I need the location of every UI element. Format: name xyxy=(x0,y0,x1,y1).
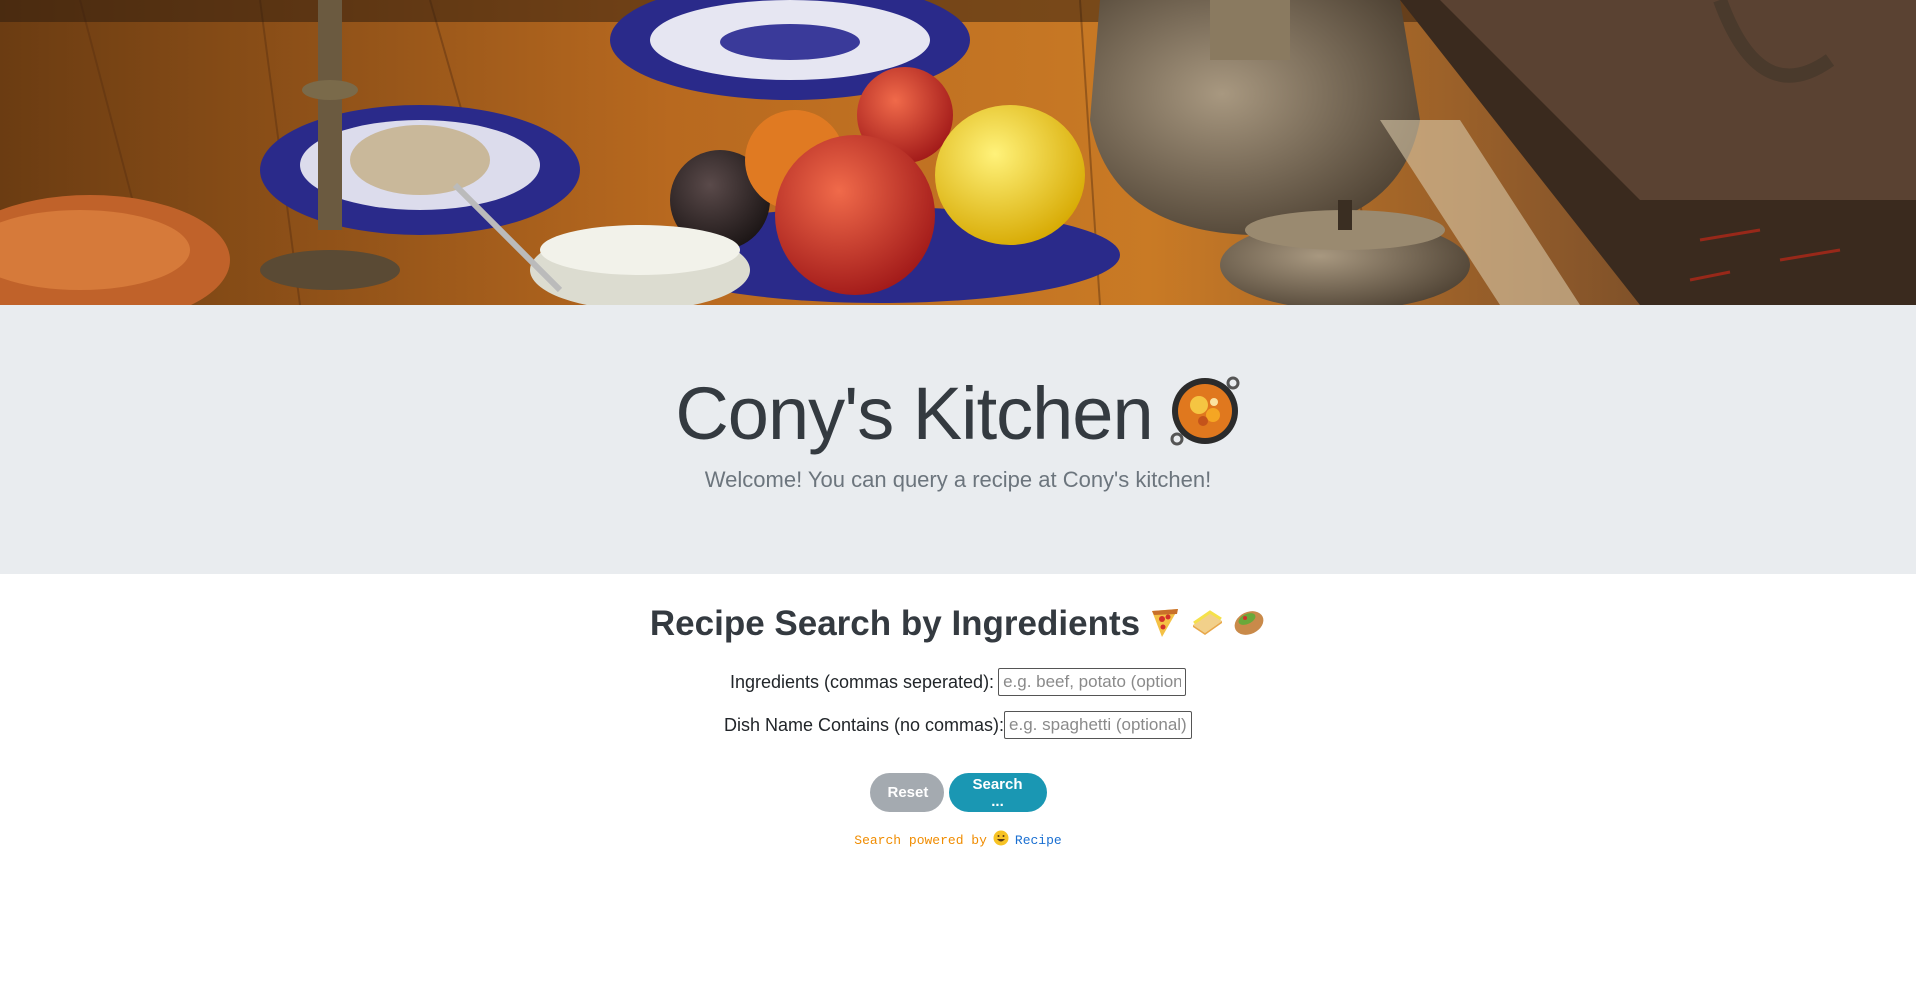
page-title: Cony's Kitchen xyxy=(675,371,1153,455)
reset-button[interactable]: Reset xyxy=(869,773,944,812)
powered-by: Search powered by Recipe xyxy=(0,830,1916,850)
dish-name-input[interactable] xyxy=(1004,711,1193,739)
search-heading: Recipe Search by Ingredients xyxy=(649,604,1141,643)
form-buttons: Reset Search ... xyxy=(0,773,1916,812)
recipe-link[interactable]: Recipe xyxy=(1015,833,1062,848)
page: Cony's Kitchen Welcome! You can query a … xyxy=(0,0,1916,996)
dish-name-row: Dish Name Contains (no commas): xyxy=(0,711,1916,739)
shallow-pan-of-food-icon xyxy=(1169,375,1241,452)
search-button[interactable]: Search ... xyxy=(948,773,1047,812)
jumbotron: Cony's Kitchen Welcome! You can query a … xyxy=(0,305,1916,574)
food-icons xyxy=(1148,605,1266,644)
powered-by-text: Search powered by xyxy=(854,832,987,848)
hero-banner-image xyxy=(0,0,1916,305)
page-title-row: Cony's Kitchen xyxy=(0,375,1916,452)
ingredients-row: Ingredients (commas seperated): xyxy=(0,668,1916,696)
sandwich-icon xyxy=(1190,605,1224,644)
ingredients-input[interactable] xyxy=(998,668,1187,696)
ingredients-label: Ingredients (commas seperated): xyxy=(729,671,995,692)
page-subtitle: Welcome! You can query a recipe at Cony'… xyxy=(704,467,1212,492)
stuffed-flatbread-icon xyxy=(1232,605,1266,644)
search-heading-row: Recipe Search by Ingredients xyxy=(0,604,1916,644)
pizza-icon xyxy=(1148,605,1182,644)
dish-name-label: Dish Name Contains (no commas): xyxy=(723,714,1005,735)
grinning-face-icon xyxy=(993,830,1009,850)
